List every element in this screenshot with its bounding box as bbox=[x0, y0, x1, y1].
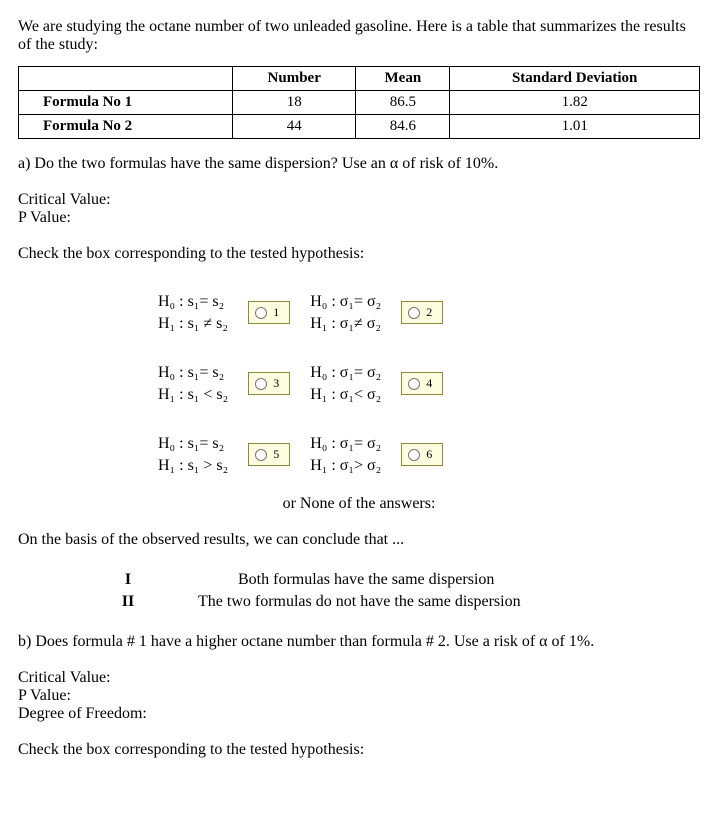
radio-input-4[interactable] bbox=[408, 378, 420, 390]
table-row: Formula No 1 18 86.5 1.82 bbox=[19, 91, 700, 115]
radio-input-1[interactable] bbox=[255, 307, 267, 319]
data-table: Number Mean Standard Deviation Formula N… bbox=[18, 66, 700, 139]
hypothesis-pair-6: H₀ : σ₁= σ₂ H₁ : σ₁> σ₂ bbox=[310, 433, 381, 476]
hypothesis-instruction-b: Check the box corresponding to the teste… bbox=[18, 741, 700, 759]
hypothesis-instruction: Check the box corresponding to the teste… bbox=[18, 245, 700, 263]
header-number: Number bbox=[233, 67, 356, 91]
radio-option-6[interactable]: 6 bbox=[401, 443, 443, 466]
conclusion-text: Both formulas have the same dispersion bbox=[238, 571, 494, 589]
radio-input-2[interactable] bbox=[408, 307, 420, 319]
df-label: Degree of Freedom: bbox=[18, 705, 700, 723]
h0-text: H₀ : σ₁= σ₂ bbox=[310, 362, 381, 384]
radio-label: 1 bbox=[273, 305, 279, 320]
h0-text: H₀ : s₁= s₂ bbox=[158, 291, 228, 313]
h1-text: H₁ : s₁ < s₂ bbox=[158, 384, 228, 406]
conclusion-row: I Both formulas have the same dispersion bbox=[118, 571, 700, 589]
radio-label: 2 bbox=[426, 305, 432, 320]
p-value-label: P Value: bbox=[18, 209, 700, 227]
h1-text: H₁ : σ₁< σ₂ bbox=[310, 384, 381, 406]
radio-label: 3 bbox=[273, 376, 279, 391]
header-sd: Standard Deviation bbox=[450, 67, 700, 91]
conclusion-row: II The two formulas do not have the same… bbox=[118, 593, 700, 611]
radio-input-3[interactable] bbox=[255, 378, 267, 390]
h1-text: H₁ : s₁ > s₂ bbox=[158, 455, 228, 477]
row-label: Formula No 2 bbox=[19, 115, 233, 139]
p-value-label-b: P Value: bbox=[18, 687, 700, 705]
intro-text: We are studying the octane number of two… bbox=[18, 18, 700, 54]
radio-option-2[interactable]: 2 bbox=[401, 301, 443, 324]
h1-text: H₁ : σ₁≠ σ₂ bbox=[310, 313, 381, 335]
radio-option-4[interactable]: 4 bbox=[401, 372, 443, 395]
table-row: Formula No 2 44 84.6 1.01 bbox=[19, 115, 700, 139]
table-header-row: Number Mean Standard Deviation bbox=[19, 67, 700, 91]
h0-text: H₀ : σ₁= σ₂ bbox=[310, 291, 381, 313]
header-mean: Mean bbox=[356, 67, 450, 91]
hypothesis-grid: H₀ : s₁= s₂ H₁ : s₁ ≠ s₂ 1 H₀ : σ₁= σ₂ H… bbox=[158, 291, 443, 477]
cell-sd: 1.82 bbox=[450, 91, 700, 115]
radio-option-5[interactable]: 5 bbox=[248, 443, 290, 466]
conclusion-num: II bbox=[118, 593, 138, 611]
hypothesis-pair-1: H₀ : s₁= s₂ H₁ : s₁ ≠ s₂ bbox=[158, 291, 228, 334]
part-a-question: a) Do the two formulas have the same dis… bbox=[18, 155, 700, 173]
radio-input-5[interactable] bbox=[255, 449, 267, 461]
radio-label: 5 bbox=[273, 447, 279, 462]
conclusion-num: I bbox=[118, 571, 138, 589]
conclusion-text: The two formulas do not have the same di… bbox=[198, 593, 521, 611]
h1-text: H₁ : σ₁> σ₂ bbox=[310, 455, 381, 477]
cell-number: 44 bbox=[233, 115, 356, 139]
cell-mean: 86.5 bbox=[356, 91, 450, 115]
h1-text: H₁ : s₁ ≠ s₂ bbox=[158, 313, 228, 335]
conclusion-intro: On the basis of the observed results, we… bbox=[18, 531, 700, 549]
none-of-answers: or None of the answers: bbox=[18, 495, 700, 513]
h0-text: H₀ : s₁= s₂ bbox=[158, 433, 228, 455]
cell-sd: 1.01 bbox=[450, 115, 700, 139]
critical-value-label-b: Critical Value: bbox=[18, 669, 700, 687]
critical-value-label: Critical Value: bbox=[18, 191, 700, 209]
radio-input-6[interactable] bbox=[408, 449, 420, 461]
radio-option-1[interactable]: 1 bbox=[248, 301, 290, 324]
header-empty bbox=[19, 67, 233, 91]
hypothesis-pair-4: H₀ : σ₁= σ₂ H₁ : σ₁< σ₂ bbox=[310, 362, 381, 405]
h0-text: H₀ : σ₁= σ₂ bbox=[310, 433, 381, 455]
h0-text: H₀ : s₁= s₂ bbox=[158, 362, 228, 384]
row-label: Formula No 1 bbox=[19, 91, 233, 115]
radio-label: 6 bbox=[426, 447, 432, 462]
part-b-question: b) Does formula # 1 have a higher octane… bbox=[18, 633, 700, 651]
hypothesis-pair-2: H₀ : σ₁= σ₂ H₁ : σ₁≠ σ₂ bbox=[310, 291, 381, 334]
cell-number: 18 bbox=[233, 91, 356, 115]
cell-mean: 84.6 bbox=[356, 115, 450, 139]
radio-label: 4 bbox=[426, 376, 432, 391]
radio-option-3[interactable]: 3 bbox=[248, 372, 290, 395]
hypothesis-pair-5: H₀ : s₁= s₂ H₁ : s₁ > s₂ bbox=[158, 433, 228, 476]
hypothesis-pair-3: H₀ : s₁= s₂ H₁ : s₁ < s₂ bbox=[158, 362, 228, 405]
